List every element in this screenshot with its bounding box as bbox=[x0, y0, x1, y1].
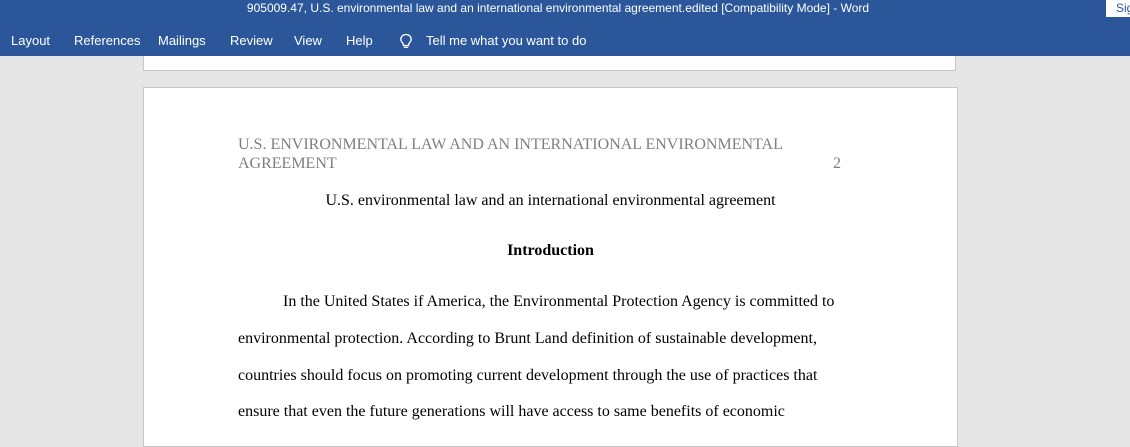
tab-view[interactable]: View bbox=[294, 17, 322, 56]
section-heading: Introduction bbox=[507, 242, 594, 259]
page-header: U.S. ENVIRONMENTAL LAW AND AN INTERNATIO… bbox=[238, 136, 783, 172]
tab-review[interactable]: Review bbox=[230, 17, 273, 56]
tab-help[interactable]: Help bbox=[346, 17, 373, 56]
document-page[interactable]: U.S. ENVIRONMENTAL LAW AND AN INTERNATIO… bbox=[143, 87, 958, 447]
tab-references[interactable]: References bbox=[74, 17, 140, 56]
previous-page-bottom bbox=[143, 56, 956, 71]
sign-in-button[interactable]: Sign in bbox=[1106, 0, 1130, 17]
tab-layout[interactable]: Layout bbox=[11, 17, 50, 56]
ribbon-tabs: Layout References Mailings Review View H… bbox=[0, 17, 1130, 56]
tab-mailings[interactable]: Mailings bbox=[158, 17, 206, 56]
paragraph-line: environmental protection. According to B… bbox=[238, 330, 817, 347]
lightbulb-icon bbox=[400, 33, 412, 48]
title-bar: 905009.47, U.S. environmental law and an… bbox=[0, 0, 1130, 17]
paragraph-line: In the United States if America, the Env… bbox=[283, 293, 835, 310]
window-title: 905009.47, U.S. environmental law and an… bbox=[246, 1, 870, 15]
paragraph-line: countries should focus on promoting curr… bbox=[238, 367, 818, 384]
paragraph-line: ensure that even the future generations … bbox=[238, 403, 785, 420]
document-title: U.S. environmental law and an internatio… bbox=[325, 192, 776, 209]
page-number: 2 bbox=[833, 155, 841, 172]
